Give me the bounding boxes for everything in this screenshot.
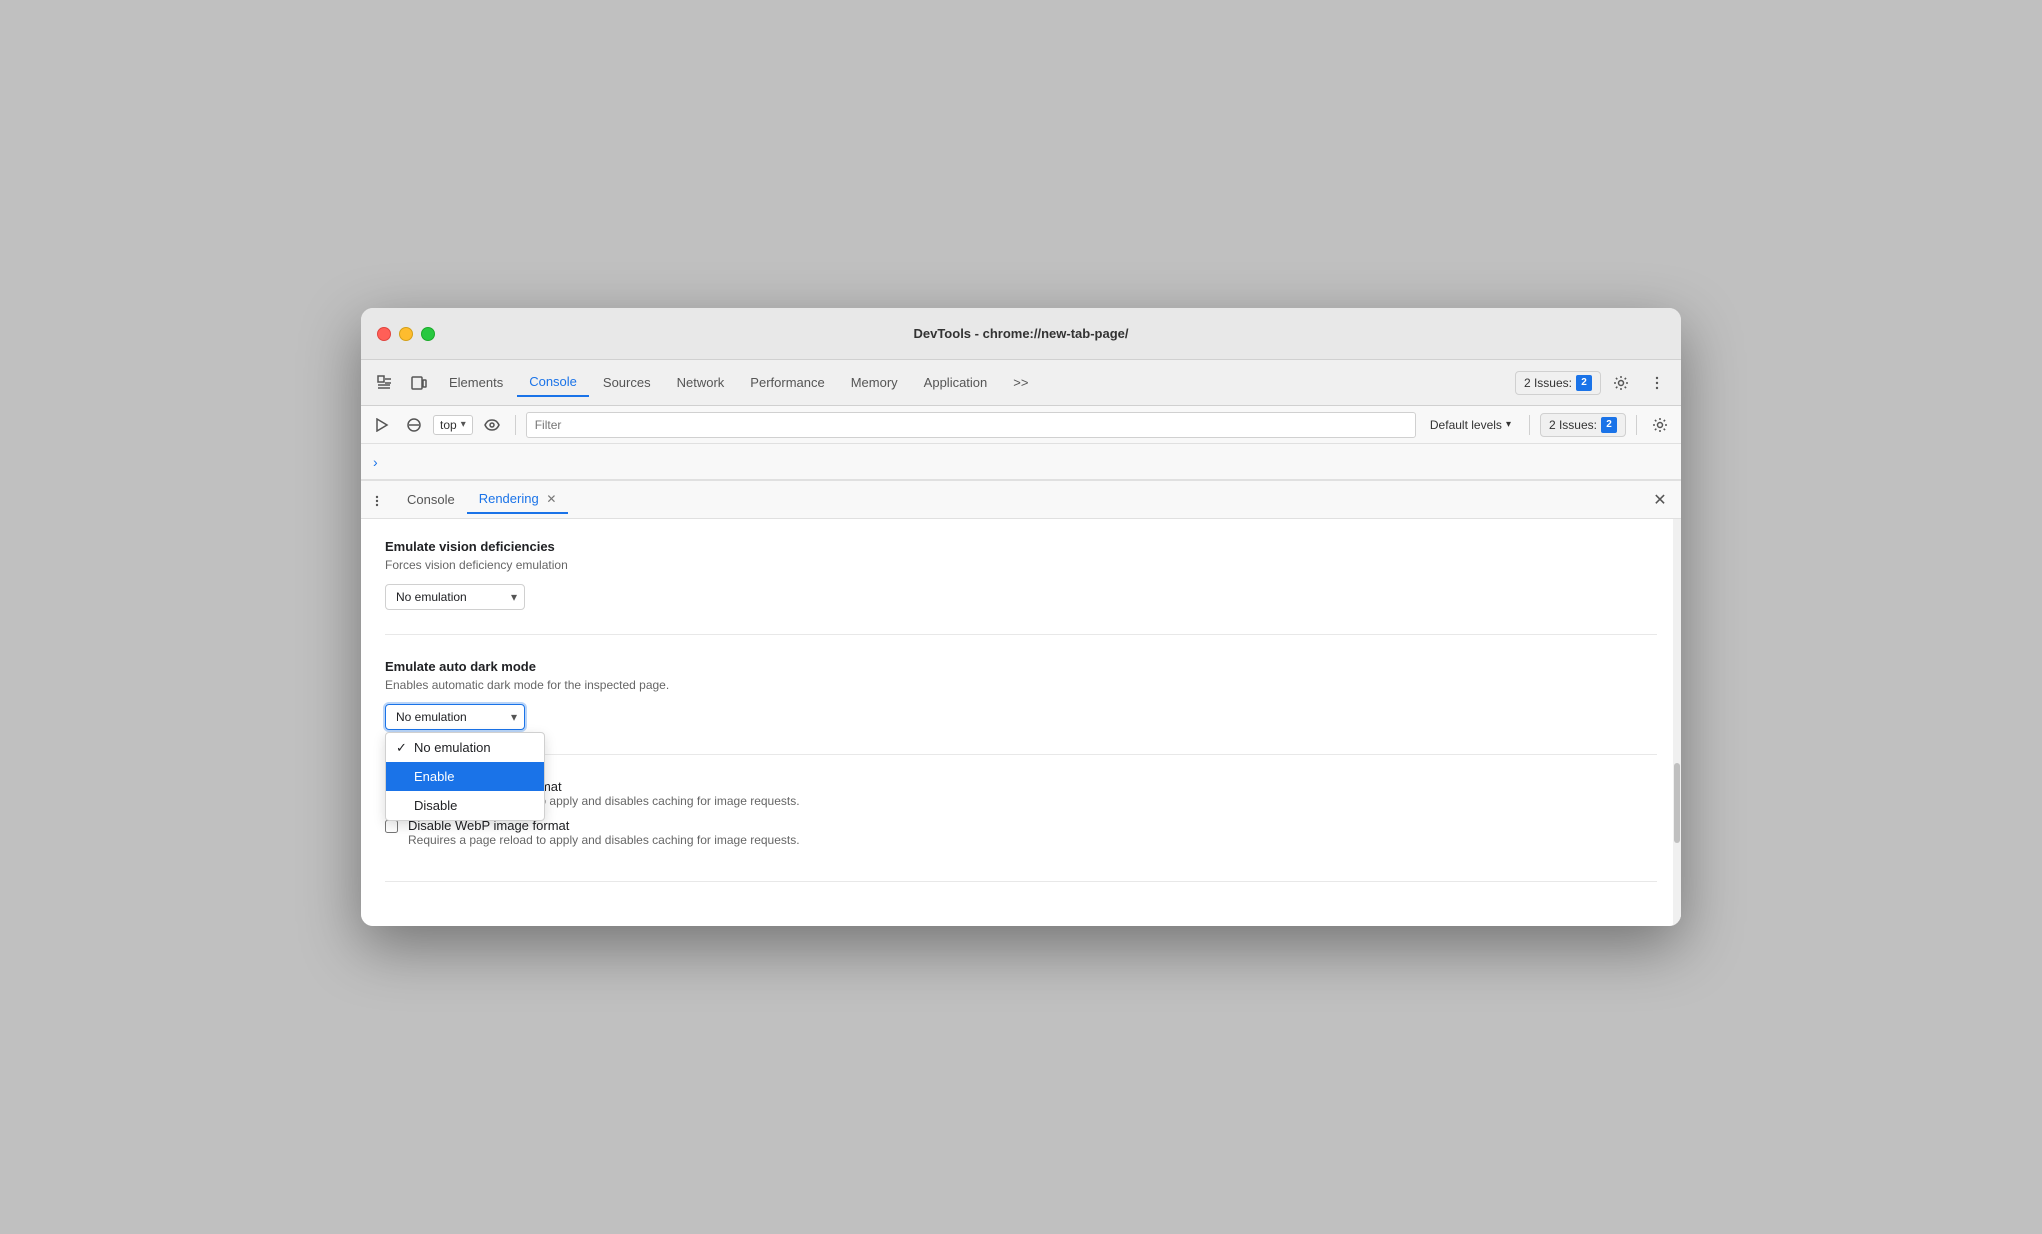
close-button[interactable]: [377, 327, 391, 341]
dropdown-item-enable[interactable]: Enable: [386, 762, 544, 791]
settings-icon[interactable]: [1605, 367, 1637, 399]
device-toolbar-icon[interactable]: [403, 367, 435, 399]
console-output-area: ›: [361, 444, 1681, 480]
divider3: [1636, 415, 1637, 435]
vision-deficiencies-section: Emulate vision deficiencies Forces visio…: [385, 539, 1657, 635]
title-bar: DevTools - chrome://new-tab-page/: [361, 308, 1681, 360]
console-issues-label: 2 Issues:: [1549, 418, 1597, 432]
tab-application[interactable]: Application: [912, 369, 1000, 396]
expand-icon[interactable]: ›: [373, 454, 378, 470]
tab-console[interactable]: Console: [517, 368, 589, 397]
console-issues-icon: 2: [1601, 417, 1617, 433]
webp-checkbox[interactable]: [385, 820, 398, 833]
dropdown-item-disable[interactable]: Disable: [386, 791, 544, 820]
clear-console-icon[interactable]: [401, 412, 427, 438]
divider2: [1529, 415, 1530, 435]
tab-performance[interactable]: Performance: [738, 369, 836, 396]
webp-checkbox-row: Disable WebP image format Requires a pag…: [385, 818, 1657, 847]
default-levels-chevron-icon: ▾: [1506, 419, 1511, 430]
vision-select-wrapper: No emulation Blurred vision Protanopia D…: [385, 584, 525, 610]
drawer-tab-close-icon[interactable]: ✕: [546, 492, 556, 506]
minimize-button[interactable]: [399, 327, 413, 341]
devtools-window: DevTools - chrome://new-tab-page/ Elemen…: [361, 308, 1681, 926]
drawer-panel: Console Rendering ✕ ✕ Emulate vision def…: [361, 480, 1681, 926]
more-tabs-button[interactable]: >>: [1001, 369, 1040, 396]
tab-sources[interactable]: Sources: [591, 369, 663, 396]
default-levels-selector[interactable]: Default levels ▾: [1422, 416, 1519, 434]
dark-mode-desc: Enables automatic dark mode for the insp…: [385, 678, 1657, 692]
divider: [515, 415, 516, 435]
inspect-element-icon[interactable]: [369, 367, 401, 399]
dark-mode-title: Emulate auto dark mode: [385, 659, 1657, 674]
scrollbar-thumb[interactable]: [1674, 763, 1680, 843]
console-issues-badge[interactable]: 2 Issues: 2: [1540, 413, 1626, 437]
scrollbar[interactable]: [1673, 519, 1681, 926]
webp-title: Disable WebP image format: [408, 818, 1657, 833]
webp-desc: Requires a page reload to apply and disa…: [408, 833, 1657, 847]
avif-checkbox-row: Disable AVIF image format Requires a pag…: [385, 779, 1657, 808]
more-options-icon[interactable]: [1641, 367, 1673, 399]
issues-label: 2 Issues:: [1524, 376, 1572, 390]
filter-input[interactable]: [526, 412, 1416, 438]
dark-mode-section: Emulate auto dark mode Enables automatic…: [385, 659, 1657, 755]
context-selector[interactable]: top ▾: [433, 415, 473, 435]
issues-badge[interactable]: 2 Issues: 2: [1515, 371, 1601, 395]
console-toolbar: top ▾ Default levels ▾ 2 Issues: 2: [361, 406, 1681, 444]
vision-section-desc: Forces vision deficiency emulation: [385, 558, 1657, 572]
drawer-tab-rendering[interactable]: Rendering ✕: [467, 485, 569, 514]
tab-right-actions: 2 Issues: 2: [1515, 367, 1673, 399]
run-script-icon[interactable]: [369, 412, 395, 438]
vision-select[interactable]: No emulation Blurred vision Protanopia D…: [385, 584, 525, 610]
tab-memory[interactable]: Memory: [839, 369, 910, 396]
console-settings-icon[interactable]: [1647, 412, 1673, 438]
drawer-close-button[interactable]: ✕: [1647, 487, 1673, 513]
tab-elements[interactable]: Elements: [437, 369, 515, 396]
tab-bar: Elements Console Sources Network Perform…: [361, 360, 1681, 406]
vision-section-title: Emulate vision deficiencies: [385, 539, 1657, 554]
dark-mode-dropdown-menu: No emulation Enable Disable: [385, 732, 545, 821]
eye-icon[interactable]: [479, 412, 505, 438]
dark-mode-select-wrapper: No emulation Enable Disable No emulation…: [385, 704, 525, 730]
rendering-panel: Emulate vision deficiencies Forces visio…: [361, 519, 1681, 926]
avif-desc: Requires a page reload to apply and disa…: [408, 794, 1657, 808]
traffic-lights: [377, 327, 435, 341]
dark-mode-select[interactable]: No emulation Enable Disable: [385, 704, 525, 730]
drawer-menu-icon[interactable]: [369, 487, 395, 513]
image-format-section: Disable AVIF image format Requires a pag…: [385, 779, 1657, 882]
avif-title: Disable AVIF image format: [408, 779, 1657, 794]
context-chevron-icon: ▾: [461, 419, 466, 430]
window-title: DevTools - chrome://new-tab-page/: [913, 326, 1128, 341]
issues-icon: 2: [1576, 375, 1592, 391]
tab-network[interactable]: Network: [665, 369, 737, 396]
context-value: top: [440, 418, 457, 432]
drawer-tab-console[interactable]: Console: [395, 486, 467, 513]
drawer-tab-bar: Console Rendering ✕ ✕: [361, 481, 1681, 519]
default-levels-label: Default levels: [1430, 418, 1502, 432]
dropdown-item-no-emulation[interactable]: No emulation: [386, 733, 544, 762]
maximize-button[interactable]: [421, 327, 435, 341]
